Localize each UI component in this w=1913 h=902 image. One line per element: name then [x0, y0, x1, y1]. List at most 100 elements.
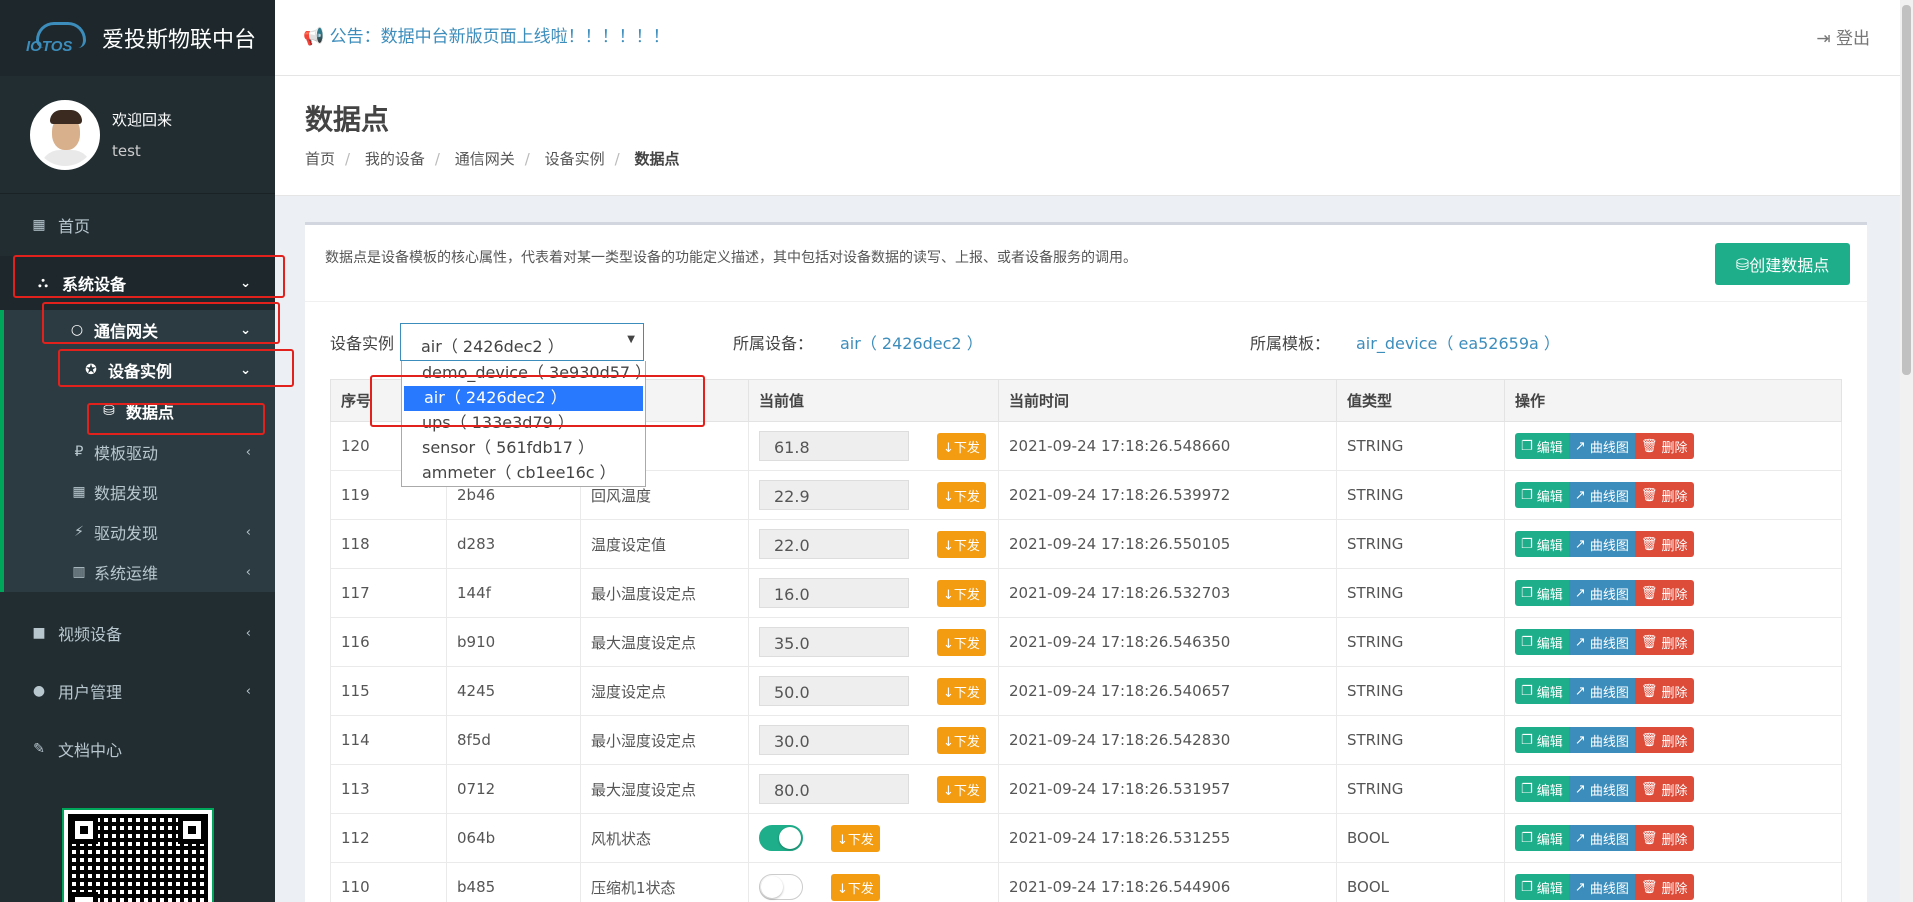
chart-label: 曲线图: [1589, 832, 1629, 848]
value-input[interactable]: 50.0: [759, 676, 909, 706]
column-header[interactable]: 当前值: [748, 379, 999, 422]
boolean-toggle[interactable]: [759, 825, 803, 851]
arrow-down-icon: ↓: [943, 685, 954, 701]
sidebar-item-template-driver[interactable]: ₽ 模板驱动 ‹: [4, 432, 275, 472]
value-input[interactable]: 35.0: [759, 627, 909, 657]
edit-button[interactable]: ❐ 编辑: [1515, 776, 1569, 802]
breadcrumb-home[interactable]: 首页: [305, 150, 335, 168]
edit-button[interactable]: ❐ 编辑: [1515, 580, 1569, 606]
edit-button[interactable]: ❐ 编辑: [1515, 629, 1569, 655]
instance-option[interactable]: ammeter（ cb1ee16c ）: [402, 461, 645, 486]
welcome-text: 欢迎回来: [112, 111, 173, 129]
device-link[interactable]: air（ 2426dec2 ）: [840, 330, 983, 354]
delete-button[interactable]: 🗑 删除: [1634, 482, 1694, 508]
send-button[interactable]: ↓下发: [937, 677, 986, 705]
trash-icon: 🗑: [1640, 487, 1658, 503]
chart-button[interactable]: ↗ 曲线图: [1568, 482, 1635, 508]
chart-button[interactable]: ↗ 曲线图: [1568, 776, 1635, 802]
chart-button[interactable]: ↗ 曲线图: [1568, 433, 1635, 459]
edit-button[interactable]: ❐ 编辑: [1515, 727, 1569, 753]
sidebar-item-user-management[interactable]: ● 用户管理 ‹: [0, 662, 275, 720]
sidebar-item-label: 用户管理: [58, 683, 123, 702]
sidebar-item-system-ops[interactable]: ▥ 系统运维 ‹: [4, 552, 275, 592]
chart-button[interactable]: ↗ 曲线图: [1568, 580, 1635, 606]
template-link[interactable]: air_device（ ea52659a ）: [1356, 330, 1560, 354]
chart-button[interactable]: ↗ 曲线图: [1568, 874, 1635, 900]
edit-button[interactable]: ❐ 编辑: [1515, 825, 1569, 851]
delete-button[interactable]: 🗑 删除: [1634, 727, 1694, 753]
logout-label: 登出: [1836, 29, 1870, 49]
create-data-point-button[interactable]: ⛁ 创建数据点: [1715, 243, 1850, 285]
cell-time: 2021-09-24 17:18:26.540657: [998, 666, 1337, 716]
send-button[interactable]: ↓下发: [937, 530, 986, 558]
sidebar-item-label: 系统运维: [94, 564, 159, 583]
cell-id: 4245: [446, 666, 581, 716]
sidebar-item-home[interactable]: ▦ 首页: [0, 194, 275, 256]
breadcrumb-device-instance[interactable]: 设备实例: [545, 150, 605, 168]
edit-label: 编辑: [1536, 587, 1563, 603]
breadcrumb-my-devices[interactable]: 我的设备: [365, 150, 425, 168]
table-row: 117 144f 最小温度设定点 16.0 ↓下发 2021-09-24 17:1…: [330, 568, 1842, 618]
send-button[interactable]: ↓下发: [937, 775, 986, 803]
instance-option[interactable]: sensor（ 561fdb17 ）: [402, 436, 645, 461]
column-header: 操作: [1504, 379, 1842, 422]
send-button[interactable]: ↓下发: [937, 628, 986, 656]
send-button[interactable]: ↓下发: [937, 579, 986, 607]
line-chart-icon: ↗: [1574, 830, 1586, 846]
edit-button[interactable]: ❐ 编辑: [1515, 482, 1569, 508]
page-title: 数据点: [305, 103, 390, 136]
chart-button[interactable]: ↗ 曲线图: [1568, 727, 1635, 753]
instance-select[interactable]: air（ 2426dec2 ） ▼: [400, 323, 644, 361]
value-input[interactable]: 80.0: [759, 774, 909, 804]
chart-button[interactable]: ↗ 曲线图: [1568, 531, 1635, 557]
edit-button[interactable]: ❐ 编辑: [1515, 678, 1569, 704]
send-button[interactable]: ↓下发: [937, 726, 986, 754]
delete-button[interactable]: 🗑 删除: [1634, 678, 1694, 704]
chart-button[interactable]: ↗ 曲线图: [1568, 629, 1635, 655]
cell-actions: ❐ 编辑 ↗ 曲线图 🗑 删除: [1504, 666, 1842, 716]
sidebar-item-video-devices[interactable]: ■ 视频设备 ‹: [0, 604, 275, 662]
page-scrollbar[interactable]: [1900, 0, 1913, 902]
sidebar-item-driver-discovery[interactable]: ⚡ 驱动发现 ‹: [4, 512, 275, 552]
breadcrumb-gateway[interactable]: 通信网关: [455, 150, 515, 168]
send-button[interactable]: ↓下发: [831, 824, 880, 852]
chart-button[interactable]: ↗ 曲线图: [1568, 825, 1635, 851]
delete-button[interactable]: 🗑 删除: [1634, 776, 1694, 802]
column-header[interactable]: 值类型: [1336, 379, 1505, 422]
delete-button[interactable]: 🗑 删除: [1634, 874, 1694, 900]
send-label: 下发: [953, 636, 980, 652]
sidebar-item-docs[interactable]: ✎ 文档中心: [0, 720, 275, 778]
logout-button[interactable]: ⇥ 登出: [1816, 24, 1870, 49]
scrollbar-thumb[interactable]: [1902, 5, 1911, 375]
send-button[interactable]: ↓下发: [831, 873, 880, 901]
delete-button[interactable]: 🗑 删除: [1634, 580, 1694, 606]
chart-label: 曲线图: [1589, 783, 1629, 799]
video-camera-icon: ■: [32, 625, 46, 641]
sidebar-item-data-discovery[interactable]: ▦ 数据发现: [4, 472, 275, 512]
sign-out-icon: ⇥: [1816, 29, 1831, 49]
edit-button[interactable]: ❐ 编辑: [1515, 433, 1569, 459]
caret-down-icon: ▼: [627, 334, 635, 345]
value-input[interactable]: 30.0: [759, 725, 909, 755]
value-input[interactable]: 16.0: [759, 578, 909, 608]
value-input[interactable]: 61.8: [759, 431, 909, 461]
value-input[interactable]: 22.9: [759, 480, 909, 510]
delete-button[interactable]: 🗑 删除: [1634, 531, 1694, 557]
value-input[interactable]: 22.0: [759, 529, 909, 559]
boolean-toggle[interactable]: [759, 874, 803, 900]
delete-button[interactable]: 🗑 删除: [1634, 629, 1694, 655]
send-button[interactable]: ↓下发: [937, 481, 986, 509]
sidebar: IOTOS 爱投斯物联中台 欢迎回来 test ▦ 首页 ⛬ 系统设备 ⌄ ○ …: [0, 0, 275, 902]
announcement[interactable]: 📢 公告：数据中台新版页面上线啦！！！！！！: [303, 22, 670, 47]
logo-text: IOTOS: [26, 38, 73, 55]
edit-button[interactable]: ❐ 编辑: [1515, 531, 1569, 557]
arrow-down-icon: ↓: [943, 783, 954, 799]
logo[interactable]: IOTOS 爱投斯物联中台: [0, 0, 275, 76]
delete-button[interactable]: 🗑 删除: [1634, 433, 1694, 459]
edit-button[interactable]: ❐ 编辑: [1515, 874, 1569, 900]
chart-button[interactable]: ↗ 曲线图: [1568, 678, 1635, 704]
column-header[interactable]: 当前时间: [998, 379, 1337, 422]
send-button[interactable]: ↓下发: [937, 432, 986, 460]
cell-actions: ❐ 编辑 ↗ 曲线图 🗑 删除: [1504, 421, 1842, 471]
delete-button[interactable]: 🗑 删除: [1634, 825, 1694, 851]
